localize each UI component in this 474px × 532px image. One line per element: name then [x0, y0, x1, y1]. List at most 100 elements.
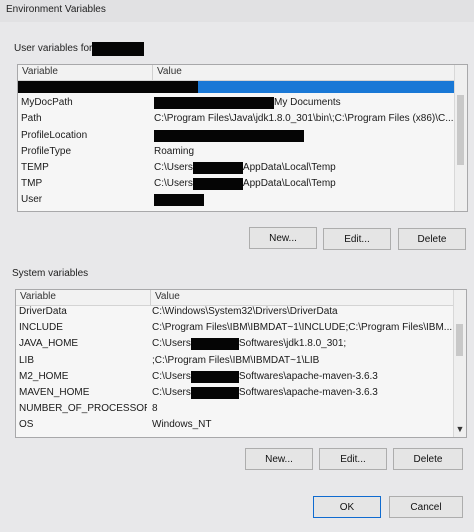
table-row[interactable]: ProfileType Roaming	[18, 146, 455, 158]
value-text: My Documents	[274, 97, 341, 109]
redacted-username	[92, 42, 144, 56]
table-row[interactable]: INCLUDE C:\Program Files\IBM\IBMDAT~1\INC…	[16, 322, 454, 334]
redacted-segment	[154, 97, 274, 110]
value-text: ;C:\Program Files\IBM\IBMDAT~1\LIB	[152, 354, 320, 366]
table-row[interactable]: User	[18, 194, 455, 207]
table-row[interactable]	[18, 81, 455, 93]
variable-name: JAVA_HOME	[19, 338, 79, 350]
user-delete-button[interactable]: Delete	[398, 228, 466, 250]
table-row[interactable]: ProfileLocation	[18, 129, 455, 142]
value-text: C:\Program Files\Java\jdk1.8.0_301\bin\;…	[154, 113, 454, 125]
value-text: C:\Users	[152, 370, 191, 382]
system-delete-button[interactable]: Delete	[393, 448, 463, 470]
variable-value: C:\Program Files\Java\jdk1.8.0_301\bin\;…	[154, 113, 455, 125]
system-list-header: Variable Value	[16, 290, 454, 306]
variable-value	[154, 194, 455, 207]
redacted-segment	[154, 194, 204, 207]
window-title: Environment Variables	[6, 4, 106, 15]
user-list-header: Variable Value	[18, 65, 455, 81]
value-text: C:\Users	[154, 178, 193, 190]
variable-name: NUMBER_OF_PROCESSORS	[19, 403, 147, 415]
variable-value: C:\Windows\System32\Drivers\DriverData	[152, 306, 454, 318]
ok-button[interactable]: OK	[313, 496, 381, 518]
user-variables-label: User variables for	[14, 43, 93, 54]
value-text: Roaming	[154, 145, 195, 157]
value-text: AppData\Local\Temp	[242, 178, 336, 190]
system-scroll-thumb[interactable]	[456, 324, 463, 356]
variable-value: C:\Users AppData\Local\Temp	[154, 178, 455, 191]
value-text: Softwares\jdk1.8.0_301;	[238, 338, 347, 350]
variable-value: My Documents	[154, 97, 455, 110]
user-col-variable[interactable]: Variable	[22, 66, 58, 77]
value-text: 8	[152, 403, 158, 415]
variable-name: User	[21, 194, 43, 206]
redacted-segment	[192, 178, 243, 191]
table-row[interactable]: MAVEN_HOME C:\Users Softwares\apache-maven…	[16, 387, 454, 399]
cancel-button[interactable]: Cancel	[389, 496, 463, 518]
value-text: Windows_NT	[152, 419, 212, 431]
value-text: C:\Users	[152, 387, 191, 398]
system-variables-label: System variables	[12, 268, 89, 279]
variable-name: M2_HOME	[19, 370, 69, 382]
table-row[interactable]: NUMBER_OF_PROCESSORS 8	[16, 403, 454, 415]
system-col-variable[interactable]: Variable	[20, 291, 56, 302]
table-row[interactable]: OS Windows_NT	[16, 419, 454, 431]
table-row[interactable]: JAVA_HOME C:\Users Softwares\jdk1.8.0_301;	[16, 338, 454, 351]
redacted-segment	[190, 338, 239, 351]
variable-value	[154, 129, 455, 142]
variable-name: LIB	[19, 354, 35, 366]
redacted-segment	[190, 387, 239, 399]
value-text: C:\Users	[152, 338, 191, 350]
value-text: C:\Users	[154, 162, 193, 173]
redacted-segment	[192, 162, 243, 174]
user-scroll-thumb[interactable]	[457, 95, 464, 165]
user-edit-button[interactable]: Edit...	[323, 228, 391, 250]
value-text: AppData\Local\Temp	[242, 162, 336, 173]
variable-name: MyDocPath	[21, 97, 73, 109]
table-row[interactable]: LIB ;C:\Program Files\IBM\IBMDAT~1\LIB	[16, 355, 454, 367]
variable-value: ;C:\Program Files\IBM\IBMDAT~1\LIB	[152, 355, 454, 367]
variable-value: Windows_NT	[152, 419, 454, 431]
table-row[interactable]: DriverData C:\Windows\System32\Drivers\Dr…	[16, 306, 454, 318]
variable-name: TEMP	[21, 162, 49, 173]
table-row[interactable]: M2_HOME C:\Users Softwares\apache-maven-3.…	[16, 370, 454, 383]
value-text: Softwares\apache-maven-3.6.3	[238, 387, 378, 398]
user-col-separator[interactable]	[152, 65, 153, 80]
variable-name: Path	[21, 113, 42, 125]
redacted-segment	[190, 370, 239, 383]
variable-name: DriverData	[19, 306, 67, 317]
system-col-separator[interactable]	[150, 290, 151, 305]
table-row[interactable]: MyDocPath My Documents	[18, 97, 455, 110]
value-text: C:\Windows\System32\Drivers\DriverData	[152, 306, 338, 317]
title-bar: Environment Variables	[0, 0, 474, 22]
redacted-variable-name	[18, 81, 198, 93]
variable-value: C:\Users Softwares\apache-maven-3.6.3	[152, 370, 454, 383]
variable-value: 8	[152, 403, 454, 415]
variable-value: C:\Users Softwares\jdk1.8.0_301;	[152, 338, 454, 351]
system-list-scrollbar[interactable]: ▼	[453, 290, 466, 437]
value-text: C:\Program Files\IBM\IBMDAT~1\INCLUDE;C:…	[152, 322, 453, 334]
system-new-button[interactable]: New...	[245, 448, 313, 470]
variable-name: INCLUDE	[19, 322, 63, 334]
value-text: Softwares\apache-maven-3.6.3	[238, 370, 378, 382]
variable-name: MAVEN_HOME	[19, 387, 90, 398]
variable-value: C:\Program Files\IBM\IBMDAT~1\INCLUDE;C:…	[152, 322, 454, 334]
user-list-scrollbar[interactable]	[454, 65, 467, 211]
variable-name: TMP	[21, 178, 43, 190]
variable-name: OS	[19, 419, 34, 431]
variable-value: Roaming	[154, 146, 455, 158]
scroll-down-arrow-icon[interactable]: ▼	[454, 423, 466, 435]
table-row[interactable]: Path C:\Program Files\Java\jdk1.8.0_301\b…	[18, 113, 455, 125]
user-col-value[interactable]: Value	[157, 66, 182, 77]
table-row[interactable]: TMP C:\Users AppData\Local\Temp	[18, 178, 455, 191]
user-variables-list[interactable]: Variable Value MyDocPath My Documents Path…	[17, 64, 468, 212]
variable-value: C:\Users AppData\Local\Temp	[154, 162, 455, 174]
user-new-button[interactable]: New...	[249, 227, 317, 249]
variable-name: ProfileType	[21, 145, 72, 157]
table-row[interactable]: TEMP C:\Users AppData\Local\Temp	[18, 162, 455, 174]
system-col-value[interactable]: Value	[155, 291, 180, 302]
variable-value: C:\Users Softwares\apache-maven-3.6.3	[152, 387, 454, 399]
variable-name: ProfileLocation	[21, 129, 88, 141]
system-variables-list[interactable]: Variable Value DriverData C:\Windows\Syst…	[15, 289, 467, 438]
system-edit-button[interactable]: Edit...	[319, 448, 387, 470]
